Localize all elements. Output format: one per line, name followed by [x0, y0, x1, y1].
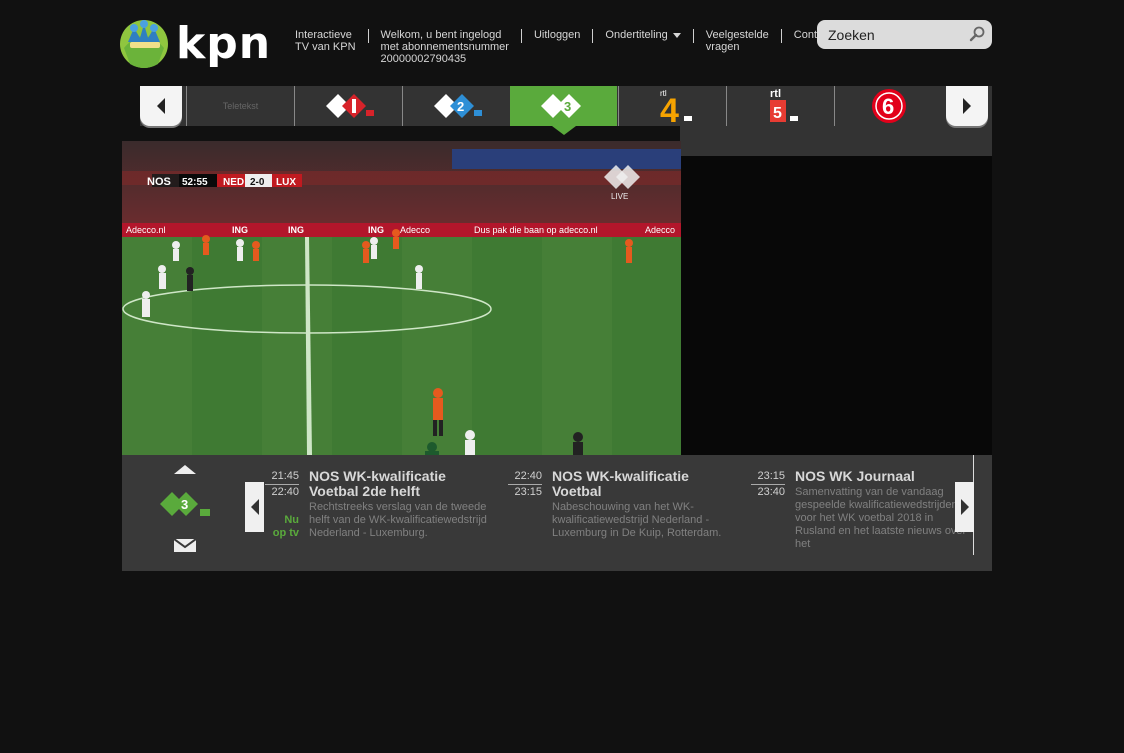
channels-next-button[interactable]	[946, 86, 988, 126]
search-input[interactable]	[826, 24, 970, 46]
home-team: NED	[223, 177, 244, 188]
channel-npo2[interactable]: 2	[402, 86, 510, 126]
nav-label: Veelgestelde	[705, 29, 769, 41]
welcome-text: Welkom, u bent ingelogd	[380, 29, 502, 41]
welcome-text: met abonnementsnummer	[380, 41, 509, 53]
broadcaster-label: NOS	[147, 176, 171, 188]
program-title: NOS WK Journaal	[795, 469, 915, 484]
football-match-stream: Adecco.nl ING ING ING Adecco Dus pak die…	[122, 141, 681, 455]
banner-text: ING	[232, 225, 248, 235]
score: 2-0	[250, 177, 265, 188]
svg-text:3: 3	[564, 99, 571, 114]
npo2-logo-icon: 2	[433, 94, 482, 118]
subscription-number: 20000002790435	[380, 53, 467, 65]
channel-up-icon[interactable]	[174, 465, 196, 474]
away-team: LUX	[276, 177, 296, 188]
channel-name: Teletekst	[222, 101, 259, 111]
program-title: NOS WK-kwalificatie Voetbal	[552, 469, 689, 499]
mail-icon[interactable]	[173, 538, 197, 552]
nav-subtitles-dropdown[interactable]: Ondertiteling	[592, 29, 692, 43]
npo3-hd-logo: 3	[160, 492, 210, 516]
search-box	[817, 20, 992, 49]
svg-text:6: 6	[882, 94, 894, 119]
search-icon[interactable]	[969, 26, 985, 42]
chevron-right-icon	[963, 98, 971, 114]
now-label: Nu	[284, 514, 299, 526]
epg-prev-button[interactable]	[245, 482, 264, 532]
now-on-tv-badge: Nu op tv	[265, 514, 299, 540]
epg-program-later[interactable]: 23:15 23:40 NOS WK Journaal Samenvatting…	[751, 469, 981, 557]
svg-text:4: 4	[660, 92, 679, 126]
npo3-logo-icon: 3	[540, 94, 581, 118]
program-times: 23:15 23:40	[751, 469, 785, 500]
program-times: 22:40 23:15	[508, 469, 542, 500]
nav-interactieve-tv[interactable]: Interactieve TV van KPN	[283, 29, 368, 53]
chevron-left-icon	[250, 499, 259, 515]
chevron-right-icon	[960, 499, 969, 515]
now-label: op tv	[272, 527, 299, 539]
banner-text: ING	[288, 225, 304, 235]
start-time: 21:45	[265, 469, 299, 485]
svg-text:5: 5	[773, 105, 782, 122]
live-label: LIVE	[611, 192, 628, 201]
program-description: Nabeschouwing van het WK-kwalificatiewed…	[552, 501, 722, 539]
banner-text: Adecco.nl	[126, 225, 166, 235]
epg-program-now[interactable]: 21:45 22:40 Nu op tv NOS WK-kwalificatie…	[265, 469, 495, 557]
nav-logout[interactable]: Uitloggen	[520, 29, 592, 43]
banner-text: Adecco	[645, 225, 675, 235]
top-navigation: Interactieve TV van KPN Welkom, u bent i…	[283, 29, 844, 69]
nav-label: TV van KPN	[295, 41, 356, 53]
epg-next-button[interactable]	[955, 482, 974, 532]
banner-text: ING	[368, 225, 384, 235]
channel-sbs6[interactable]: 6	[834, 86, 942, 126]
kpn-itv-page: kpn Interactieve TV van KPN Welkom, u be…	[0, 0, 1124, 753]
brand-wordmark: kpn	[176, 18, 272, 69]
epg-program-next[interactable]: 22:40 23:15 NOS WK-kwalificatie Voetbal …	[508, 469, 738, 557]
svg-text:3: 3	[181, 497, 188, 512]
start-time: 22:40	[508, 469, 542, 485]
end-time: 23:40	[757, 486, 785, 498]
channel-rtl5[interactable]: rtl 5	[726, 86, 834, 126]
program-title: NOS WK-kwalificatie Voetbal 2de helft	[309, 469, 446, 499]
sbs6-logo-icon: 6	[871, 89, 906, 123]
channel-teletekst[interactable]: Teletekst	[186, 86, 294, 126]
match-clock: 52:55	[182, 177, 208, 188]
start-time: 23:15	[751, 469, 785, 485]
channel-npo1[interactable]	[294, 86, 402, 126]
program-description: Rechtstreeks verslag van de tweede helft…	[309, 501, 487, 539]
end-time: 22:40	[271, 486, 299, 498]
program-times: 21:45 22:40	[265, 469, 299, 500]
nav-label: Ondertiteling	[605, 29, 668, 41]
end-time: 23:15	[514, 486, 542, 498]
rtl5-logo-icon: rtl 5	[769, 88, 798, 122]
banner-text: Adecco	[400, 225, 430, 235]
side-panel	[681, 156, 992, 455]
nav-label: vragen	[705, 41, 740, 53]
rtl4-logo-icon: rtl 4	[660, 89, 692, 126]
channel-strip-underlay	[680, 126, 992, 156]
program-guide: 3 21:45 22:40 Nu op tv NOS WK-kwalificat…	[122, 455, 992, 571]
channels-prev-button[interactable]	[140, 86, 182, 126]
channel-rtl4[interactable]: rtl 4	[618, 86, 726, 126]
channel-npo3[interactable]: 3	[510, 86, 617, 135]
nav-welcome-account: Welkom, u bent ingelogd met abonnementsn…	[367, 29, 521, 65]
nav-faq[interactable]: Veelgestelde vragen	[692, 29, 781, 53]
chevron-down-icon	[672, 32, 681, 38]
banner-text: Dus pak die baan op adecco.nl	[474, 225, 598, 235]
chevron-left-icon	[157, 98, 165, 114]
video-player[interactable]: Adecco.nl ING ING ING Adecco Dus pak die…	[122, 141, 681, 455]
nav-label: Interactieve	[295, 29, 352, 41]
nav-label: Uitloggen	[533, 29, 581, 41]
svg-text:rtl: rtl	[770, 88, 781, 100]
program-description: Samenvatting van de vandaag gespeelde kw…	[795, 486, 967, 550]
npo1-logo-icon	[325, 94, 374, 118]
svg-text:2: 2	[457, 99, 464, 114]
